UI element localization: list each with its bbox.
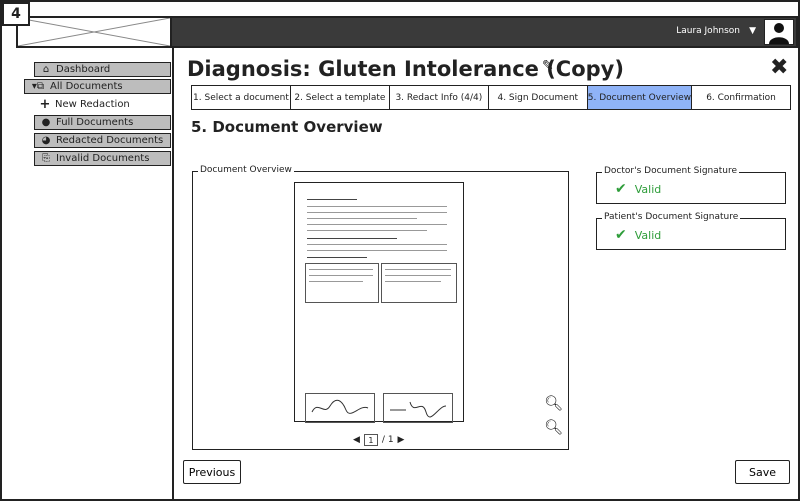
tab-redact-info[interactable]: 3. Redact Info (4/4) <box>389 86 489 109</box>
page-title: Diagnosis: Gluten Intolerance (Copy) <box>187 57 624 81</box>
user-name[interactable]: Laura Johnson <box>676 26 740 36</box>
sidebar-item-label: Full Documents <box>56 117 134 128</box>
doctor-signature-preview <box>305 393 375 423</box>
tab-sign-document[interactable]: 4. Sign Document <box>488 86 588 109</box>
sidebar-item-all-documents[interactable]: ▾⧉ All Documents <box>24 79 171 94</box>
invalid-file-icon: ⎘ <box>42 153 50 164</box>
tab-document-overview[interactable]: 5. Document Overview <box>587 86 693 109</box>
pie-chart-icon: ◕ <box>41 135 51 146</box>
zoom-in-icon[interactable]: 🔍︎ <box>544 394 563 412</box>
zoom-out-icon[interactable]: 🔍︎ <box>544 418 563 436</box>
doctor-signature-panel: Doctor's Document Signature ✔ Valid <box>596 166 786 204</box>
previous-button[interactable]: Previous <box>183 460 241 484</box>
page-number-input[interactable]: 1 <box>363 434 378 446</box>
top-bar: Laura Johnson ▼ <box>16 16 798 48</box>
logo-placeholder-icon <box>17 17 171 47</box>
sidebar-item-label: All Documents <box>50 81 123 92</box>
patient-signature-preview <box>383 393 453 423</box>
sidebar-item-new-redaction[interactable]: + New Redaction <box>34 97 171 112</box>
pencil-icon[interactable]: ✎ <box>542 58 554 74</box>
checkmark-icon: ✔ <box>615 181 627 197</box>
sidebar: ⌂ Dashboard ▾⧉ All Documents + New Redac… <box>16 48 174 499</box>
signature-scribble-icon <box>390 401 447 418</box>
tab-select-document[interactable]: 1. Select a document <box>192 86 291 109</box>
patient-signature-panel: Patient's Document Signature ✔ Valid <box>596 212 786 250</box>
sidebar-item-full-documents[interactable]: ● Full Documents <box>34 115 171 130</box>
next-page-icon[interactable]: ▶ <box>398 435 405 445</box>
doctor-signature-status: ✔ Valid <box>615 181 661 197</box>
circle-icon: ● <box>41 117 51 128</box>
page-total: / 1 <box>381 435 394 445</box>
doctor-signature-legend: Doctor's Document Signature <box>602 166 740 176</box>
sidebar-item-redacted-documents[interactable]: ◕ Redacted Documents <box>34 133 171 148</box>
user-menu-caret-icon[interactable]: ▼ <box>749 26 756 36</box>
sidebar-item-label: Redacted Documents <box>56 135 164 146</box>
sidebar-item-invalid-documents[interactable]: ⎘ Invalid Documents <box>34 151 171 166</box>
tab-confirmation[interactable]: 6. Confirmation <box>692 86 790 109</box>
patient-signature-legend: Patient's Document Signature <box>602 212 741 222</box>
checkmark-icon: ✔ <box>615 227 627 243</box>
doctor-signature-status-label: Valid <box>634 182 662 196</box>
signature-scribble-icon <box>311 399 369 414</box>
section-title: 5. Document Overview <box>191 118 383 136</box>
sidebar-item-dashboard[interactable]: ⌂ Dashboard <box>34 62 171 77</box>
sidebar-item-label: Invalid Documents <box>56 153 150 164</box>
patient-signature-status-label: Valid <box>634 228 662 242</box>
previous-page-icon[interactable]: ◀ <box>353 435 360 445</box>
sidebar-item-label: Dashboard <box>56 64 111 75</box>
wizard-steps: 1. Select a document 2. Select a templat… <box>191 85 791 110</box>
patient-signature-status: ✔ Valid <box>615 227 661 243</box>
plus-icon: + <box>39 97 51 112</box>
document-overview-legend: Document Overview <box>198 165 294 175</box>
step-number-badge: 4 <box>2 2 30 26</box>
document-overview-panel: Document Overview 🔍︎ 🔍︎ ◀ 1 / 1 ▶ <box>192 165 569 450</box>
close-icon[interactable]: ✖ <box>770 55 788 80</box>
documents-icon: ▾⧉ <box>31 81 45 92</box>
tab-select-template[interactable]: 2. Select a template <box>290 86 390 109</box>
user-avatar-icon <box>769 23 789 44</box>
document-preview[interactable] <box>294 182 464 423</box>
logo-placeholder <box>17 17 172 47</box>
document-pager: ◀ 1 / 1 ▶ <box>353 434 404 446</box>
home-icon: ⌂ <box>42 64 50 75</box>
sidebar-item-label: New Redaction <box>55 99 130 110</box>
save-button[interactable]: Save <box>735 460 790 484</box>
avatar[interactable] <box>764 19 794 45</box>
